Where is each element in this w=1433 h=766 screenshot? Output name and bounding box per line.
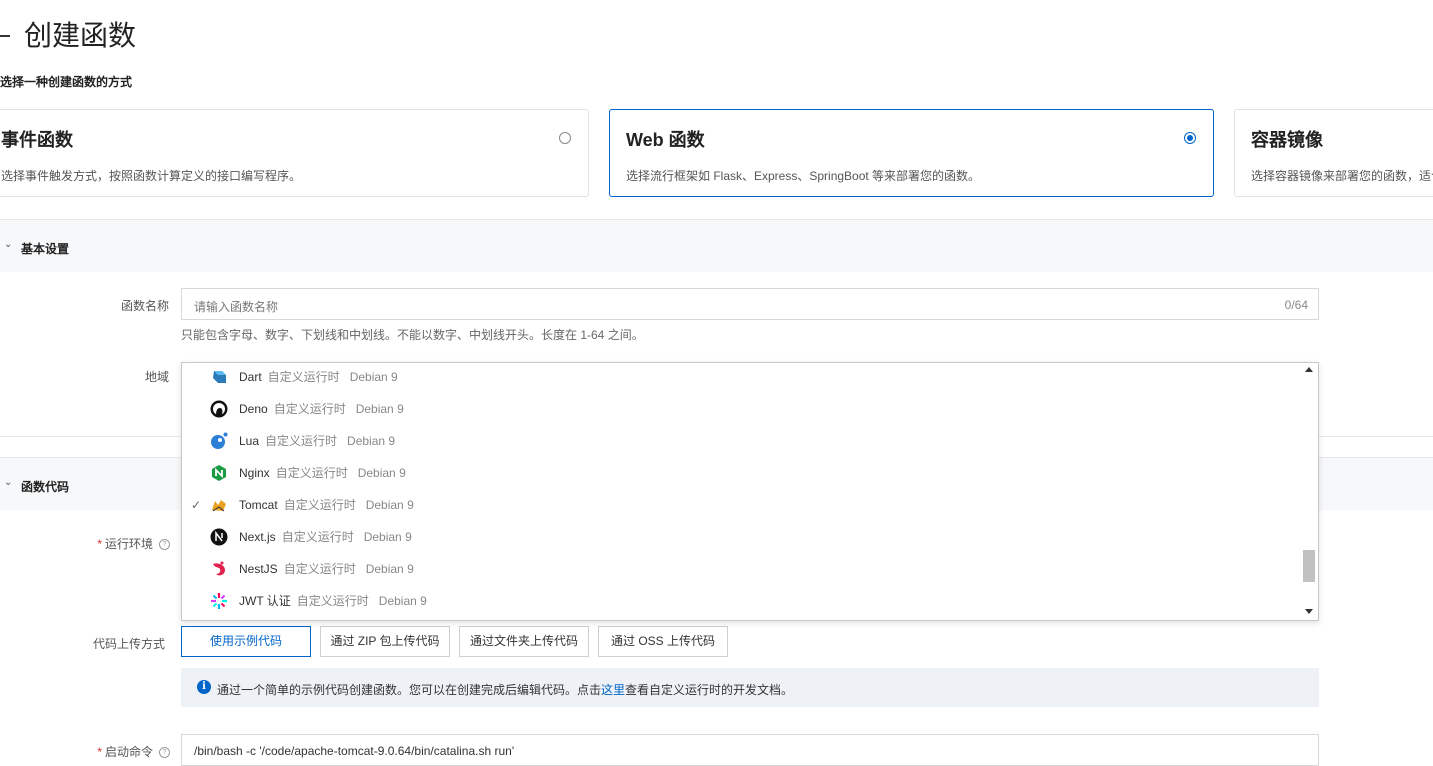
start-command-value: /bin/bash -c '/code/apache-tomcat-9.0.64… (194, 744, 515, 758)
runtime-option-jwt[interactable]: JWT 认证 自定义运行时 Debian 9 (182, 585, 1300, 617)
runtime-dropdown[interactable]: Dart 自定义运行时 Debian 9 Deno 自定义运行时 Debian 9 Lu… (181, 362, 1319, 621)
docs-link[interactable]: 这里 (601, 683, 625, 697)
nginx-icon (212, 465, 226, 481)
runtime-option-deno[interactable]: Deno 自定义运行时 Debian 9 (182, 393, 1300, 425)
radio-event-function[interactable] (559, 132, 571, 144)
card-title: 事件函数 (1, 130, 73, 150)
card-event-function[interactable]: 事件函数 选择事件触发方式，按照函数计算定义的接口编写程序。 (0, 109, 589, 197)
tomcat-icon (212, 500, 226, 512)
runtime-option-dart[interactable]: Dart 自定义运行时 Debian 9 (182, 361, 1300, 393)
checkmark-icon: ✓ (191, 498, 202, 512)
runtime-option-nextjs[interactable]: Next.js 自定义运行时 Debian 9 (182, 521, 1300, 553)
function-name-input[interactable]: 请输入函数名称 0/64 (181, 288, 1319, 320)
help-icon[interactable]: ? (159, 539, 170, 551)
runtime-option-nestjs[interactable]: NestJS 自定义运行时 Debian 9 (182, 553, 1300, 585)
scrollbar-thumb[interactable] (1303, 550, 1315, 582)
runtime-option-nginx[interactable]: Nginx 自定义运行时 Debian 9 (182, 457, 1300, 489)
page-title: 创建函数 (0, 16, 136, 56)
function-name-label: 函数名称 (120, 299, 169, 313)
section-label: 函数代码 (21, 480, 70, 494)
section-label: 基本设置 (21, 242, 70, 256)
upload-method-label: 代码上传方式 (92, 637, 165, 651)
deno-icon (210, 400, 228, 418)
upload-folder-button[interactable]: 通过文件夹上传代码 (459, 626, 589, 657)
card-web-function[interactable]: Web 函数 选择流行框架如 Flask、Express、SpringBoot … (609, 109, 1214, 197)
back-arrow-icon[interactable] (0, 34, 10, 37)
use-sample-code-button[interactable]: 使用示例代码 (181, 626, 311, 657)
scroll-down-arrow-icon[interactable] (1305, 609, 1313, 614)
card-desc: 选择流行框架如 Flask、Express、SpringBoot 等来部署您的函… (626, 169, 981, 183)
info-icon: i (197, 680, 211, 694)
jwt-icon (211, 593, 227, 609)
section-basic-settings[interactable]: ⌄ 基本设置 (0, 219, 1433, 272)
nextjs-icon (210, 528, 228, 546)
card-title: 容器镜像 (1251, 130, 1323, 150)
start-command-input[interactable]: /bin/bash -c '/code/apache-tomcat-9.0.64… (181, 734, 1319, 766)
runtime-option-lua[interactable]: Lua 自定义运行时 Debian 9 (182, 425, 1300, 457)
scroll-up-arrow-icon[interactable] (1305, 367, 1313, 372)
start-command-label: * 启动命令? (40, 743, 170, 760)
upload-oss-button[interactable]: 通过 OSS 上传代码 (598, 626, 728, 657)
upload-zip-button[interactable]: 通过 ZIP 包上传代码 (320, 626, 450, 657)
radio-web-function[interactable] (1184, 132, 1196, 144)
function-name-hint: 只能包含字母、数字、下划线和中划线。不能以数字、中划线开头。长度在 1-64 之… (181, 328, 644, 342)
info-notice: i 通过一个简单的示例代码创建函数。您可以在创建完成后编辑代码。点击这里查看自定… (181, 668, 1319, 707)
dropdown-scrollbar[interactable] (1300, 363, 1318, 620)
function-name-placeholder: 请输入函数名称 (194, 300, 279, 314)
dart-icon (213, 371, 226, 383)
region-label: 地域 (144, 370, 169, 384)
chevron-down-icon: ⌄ (4, 239, 13, 250)
char-counter: 0/64 (1284, 298, 1308, 312)
lua-icon (211, 432, 228, 449)
card-desc: 选择容器镜像来部署您的函数，适合 (1251, 169, 1433, 183)
runtime-label: * 运行环境? (40, 535, 170, 552)
chevron-down-icon: ⌄ (4, 477, 13, 488)
help-icon[interactable]: ? (159, 747, 170, 759)
card-desc: 选择事件触发方式，按照函数计算定义的接口编写程序。 (1, 169, 302, 183)
card-container-image[interactable]: 容器镜像 选择容器镜像来部署您的函数，适合 (1234, 109, 1433, 197)
nestjs-icon (213, 561, 225, 576)
page-subtitle: 选择一种创建函数的方式 (0, 75, 133, 89)
card-title: Web 函数 (626, 130, 705, 150)
runtime-option-tomcat[interactable]: ✓ Tomcat 自定义运行时 Debian 9 (182, 489, 1300, 521)
